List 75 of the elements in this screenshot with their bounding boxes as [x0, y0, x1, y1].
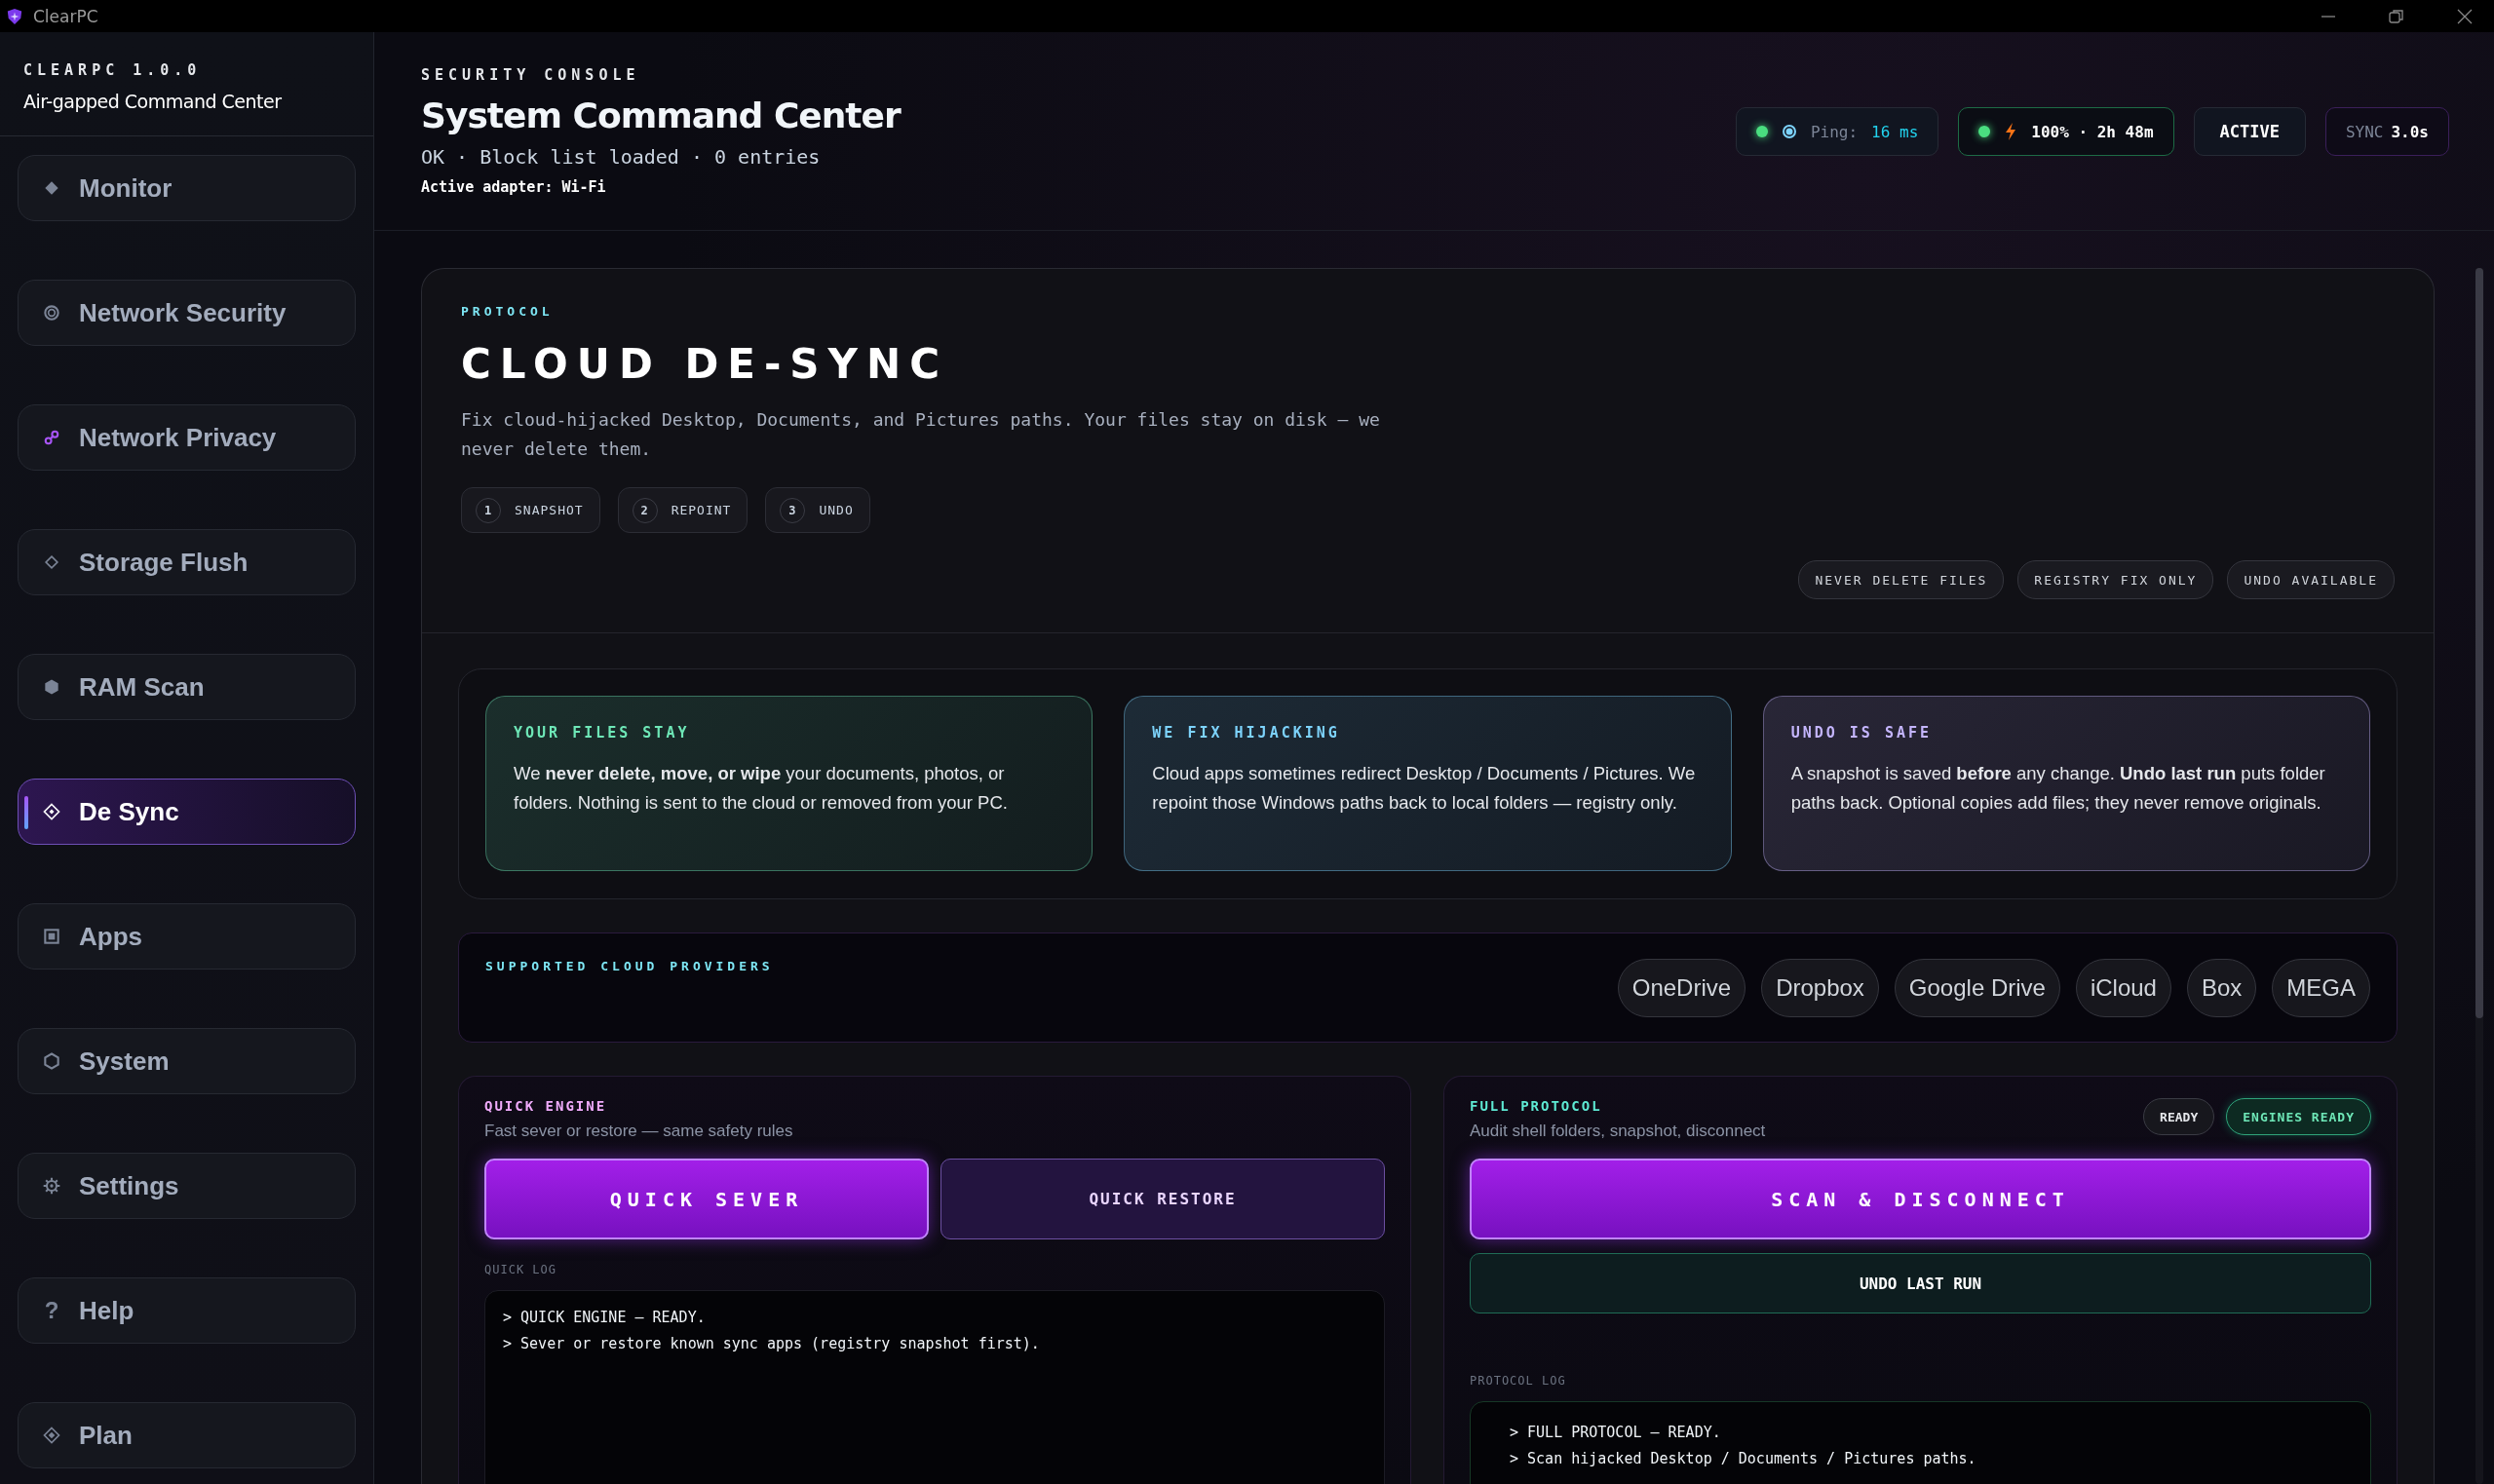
provider-chip: OneDrive: [1617, 959, 1746, 1017]
providers-title: SUPPORTED CLOUD PROVIDERS: [485, 959, 774, 973]
status-dot: [1978, 126, 1991, 137]
action-button[interactable]: QUICK SEVER: [484, 1159, 929, 1239]
sidebar-item[interactable]: Network Security: [18, 280, 356, 346]
app-subtitle: Air-gapped Command Center: [23, 91, 283, 112]
mode-badge: ACTIVE: [2193, 107, 2306, 156]
window-title: ClearPC: [33, 6, 98, 26]
sidebar-item[interactable]: ? Help: [18, 1277, 356, 1344]
log-line: > Scan hijacked Desktop / Documents / Pictures paths.: [1510, 1449, 1977, 1469]
protocol-title: CLOUD DE-SYNC: [461, 340, 949, 388]
status-badge: READY: [2143, 1098, 2215, 1135]
panel-subtitle: Audit shell folders, snapshot, disconnect: [1470, 1122, 1766, 1141]
feature-tag: NEVER DELETE FILES: [1798, 560, 2005, 599]
feature-tag: UNDO AVAILABLE: [2227, 560, 2395, 599]
diamond-icon: [42, 802, 61, 821]
hexagon-icon: [42, 1051, 61, 1071]
sync-pill: SYNC 3.0s: [2324, 107, 2449, 156]
link-icon: [42, 428, 61, 447]
protocol-description: Fix cloud-hijacked Desktop, Documents, and Pictures paths. Your files stay on disk — we never delete them.: [461, 408, 1381, 461]
step-chip: 2 REPOINT: [617, 487, 748, 533]
shield-icon: [6, 7, 23, 25]
scrollbar[interactable]: [2475, 268, 2483, 1484]
log-line: > Sever or restore known sync apps (registry snapshot first).: [503, 1334, 1041, 1354]
status-text: OK · Block list loaded · 0 entries: [421, 145, 822, 169]
panel-title: FULL PROTOCOL: [1470, 1098, 1603, 1114]
sidebar-item[interactable]: Settings: [18, 1153, 356, 1219]
app-version: CLEARPC 1.0.0: [23, 61, 203, 79]
section-eyebrow: SECURITY CONSOLE: [421, 66, 641, 84]
feature-tag: REGISTRY FIX ONLY: [2017, 560, 2214, 599]
action-button[interactable]: QUICK RESTORE: [940, 1159, 1385, 1239]
sidebar-item[interactable]: System: [18, 1028, 356, 1094]
section-eyebrow: PROTOCOL: [461, 304, 555, 319]
step-chip: 1 SNAPSHOT: [461, 487, 600, 533]
status-badge: ENGINES READY: [2226, 1098, 2371, 1135]
provider-chip: Box: [2186, 959, 2257, 1017]
info-title: UNDO IS SAFE: [1790, 724, 1934, 742]
sidebar-item[interactable]: Plan: [18, 1402, 356, 1468]
log-title: QUICK LOG: [484, 1263, 558, 1276]
log-line: > QUICK ENGINE — READY.: [503, 1308, 707, 1328]
diamond-icon: [42, 552, 61, 572]
square-icon: [42, 927, 61, 946]
info-text: We never delete, move, or wipe your documents, photos, or folders. Nothing is sent to the cloud or removed from your PC.: [514, 762, 1009, 815]
page-title: System Command Center: [421, 95, 901, 135]
panel-subtitle: Fast sever or restore — same safety rules: [484, 1122, 794, 1141]
battery-pill: 100% · 2h 48m: [1958, 107, 2174, 156]
diamond-icon: [42, 1426, 61, 1445]
action-button[interactable]: UNDO LAST RUN: [1470, 1253, 2371, 1313]
sidebar-item[interactable]: Monitor: [18, 155, 356, 221]
action-button[interactable]: SCAN & DISCONNECT: [1470, 1159, 2371, 1239]
sidebar-item[interactable]: Network Privacy: [18, 404, 356, 471]
panel-title: QUICK ENGINE: [484, 1098, 608, 1114]
adapter-text: Active adapter: Wi-Fi: [421, 178, 607, 196]
target-icon: [42, 303, 61, 323]
info-text: A snapshot is saved before any change. Undo last run puts folder paths back. Optional copies add files; they never remove originals.: [1790, 762, 2326, 815]
info-text: Cloud apps sometimes redirect Desktop / Documents / Pictures. We repoint those Windows paths back to local folders — registry only.: [1152, 762, 1697, 815]
lightning-icon: [2004, 122, 2018, 141]
sidebar-item[interactable]: De Sync: [18, 779, 356, 845]
radio-icon: [1781, 124, 1797, 139]
hexagon-icon: [42, 677, 61, 697]
provider-chip: Dropbox: [1761, 959, 1879, 1017]
sidebar-item[interactable]: Apps: [18, 903, 356, 970]
step-chip: 3 UNDO: [765, 487, 870, 533]
log-line: > FULL PROTOCOL — READY.: [1510, 1423, 1722, 1443]
info-title: YOUR FILES STAY: [514, 724, 691, 742]
ping-pill: Ping: 16 ms: [1735, 107, 1939, 156]
log-title: PROTOCOL LOG: [1470, 1374, 1567, 1388]
info-title: WE FIX HIJACKING: [1152, 724, 1341, 742]
gear-icon: [42, 1176, 61, 1196]
provider-chip: iCloud: [2075, 959, 2171, 1017]
provider-chip: MEGA: [2272, 959, 2370, 1017]
sidebar-item[interactable]: Storage Flush: [18, 529, 356, 595]
sidebar-item[interactable]: RAM Scan: [18, 654, 356, 720]
provider-chip: Google Drive: [1894, 959, 2060, 1017]
status-dot: [1755, 126, 1768, 137]
